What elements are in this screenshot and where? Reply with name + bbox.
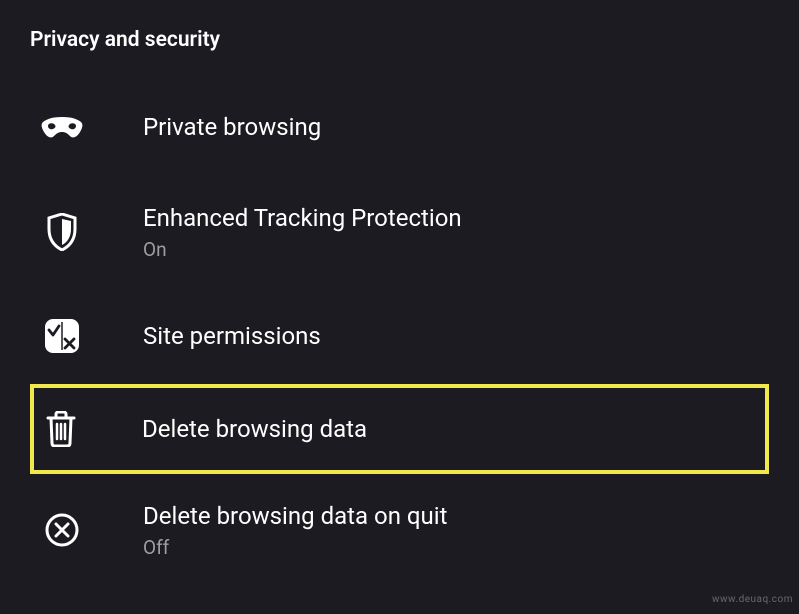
setting-title: Enhanced Tracking Protection (143, 203, 462, 234)
watermark: www.deuaq.com (712, 594, 793, 605)
shield-icon (41, 211, 83, 253)
setting-status: Off (143, 536, 447, 559)
setting-delete-browsing-data-on-quit[interactable]: Delete browsing data on quit Off (30, 474, 769, 586)
setting-status: On (143, 238, 462, 261)
mask-icon (41, 107, 83, 149)
setting-title: Delete browsing data on quit (143, 501, 447, 532)
setting-delete-browsing-data[interactable]: Delete browsing data (30, 384, 769, 474)
setting-title: Site permissions (143, 321, 321, 352)
setting-title: Private browsing (143, 112, 321, 143)
trash-icon (40, 408, 82, 450)
setting-enhanced-tracking-protection[interactable]: Enhanced Tracking Protection On (30, 176, 769, 288)
settings-list: Private browsing Enhanced Tracking Prote… (30, 80, 769, 586)
privacy-security-section: Privacy and security Private browsing (0, 0, 799, 614)
close-circle-icon (41, 509, 83, 551)
setting-site-permissions[interactable]: Site permissions (30, 288, 769, 384)
section-header: Privacy and security (30, 28, 769, 52)
permissions-icon (41, 315, 83, 357)
setting-title: Delete browsing data (142, 414, 367, 445)
setting-private-browsing[interactable]: Private browsing (30, 80, 769, 176)
